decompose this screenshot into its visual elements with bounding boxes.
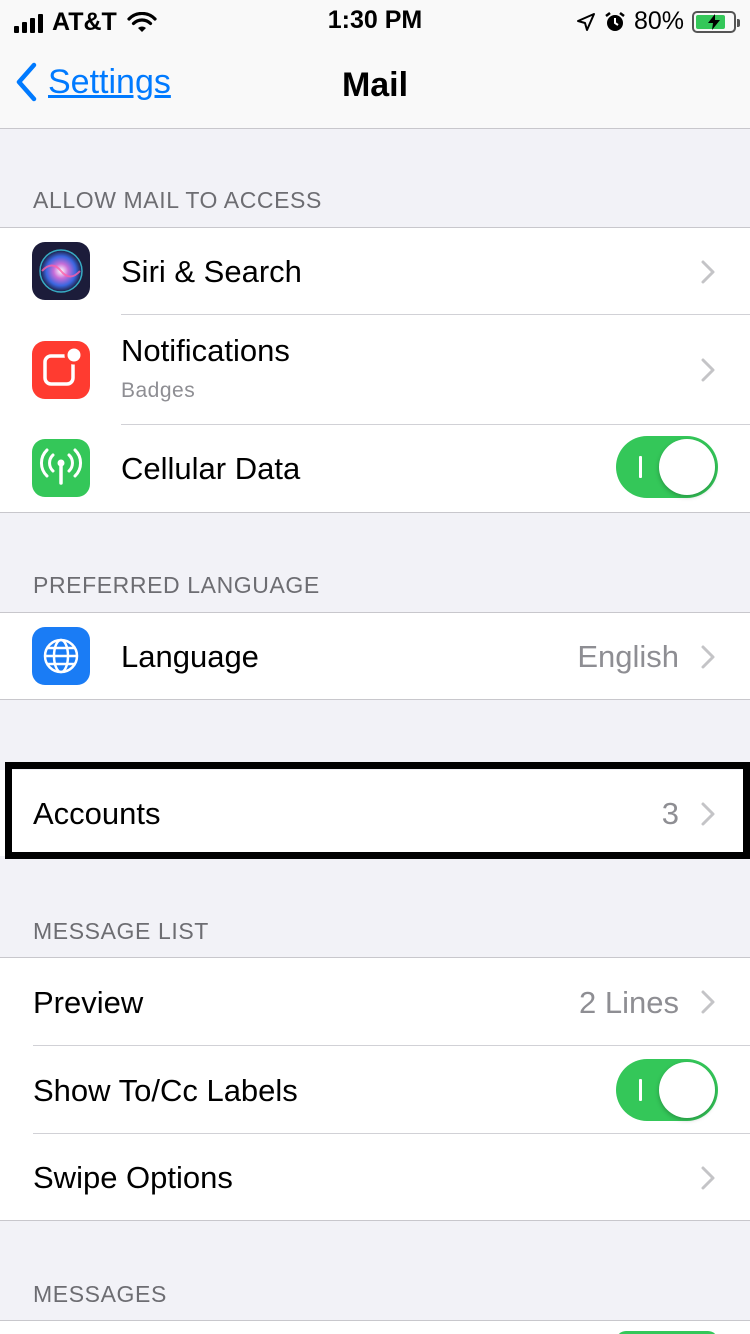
show-to-cc-row: Show To/Cc Labels <box>0 1046 750 1134</box>
accounts-count: 3 <box>661 796 679 831</box>
messages-group <box>0 1320 750 1334</box>
notifications-row[interactable]: Notifications Badges <box>0 315 750 425</box>
allow-access-group: Siri & Search Notifications Badges Cellu… <box>0 227 750 513</box>
preview-label: Preview <box>33 985 144 1020</box>
section-header-allow-access: ALLOW MAIL TO ACCESS <box>33 187 322 213</box>
cellular-data-row: Cellular Data <box>0 425 750 512</box>
chevron-right-icon <box>701 260 715 284</box>
status-bar: AT&T 1:30 PM 80% <box>0 0 750 40</box>
siri-search-row[interactable]: Siri & Search <box>0 228 750 315</box>
message-list-group: Preview 2 Lines Show To/Cc Labels Swipe … <box>0 957 750 1221</box>
show-to-cc-label: Show To/Cc Labels <box>33 1073 298 1108</box>
chevron-right-icon <box>701 645 715 669</box>
chevron-right-icon <box>701 358 715 382</box>
globe-icon <box>32 627 90 685</box>
antenna-icon <box>32 439 90 497</box>
language-row[interactable]: Language English <box>0 613 750 699</box>
siri-icon <box>32 242 90 300</box>
section-header-message-list: MESSAGE LIST <box>33 918 209 944</box>
navigation-bar: Settings Mail <box>0 40 750 129</box>
accounts-row[interactable]: Accounts 3 <box>0 770 750 856</box>
notifications-label: Notifications <box>121 333 290 368</box>
battery-percent: 80% <box>633 7 684 35</box>
chevron-right-icon <box>701 802 715 826</box>
language-value: English <box>577 639 679 674</box>
cellular-data-label: Cellular Data <box>121 451 301 486</box>
chevron-right-icon <box>701 1166 715 1190</box>
swipe-options-label: Swipe Options <box>33 1160 233 1195</box>
swipe-options-row[interactable]: Swipe Options <box>0 1134 750 1220</box>
accounts-group: Accounts 3 <box>0 770 750 856</box>
language-label: Language <box>121 639 259 674</box>
battery-icon <box>692 10 740 33</box>
section-header-messages: MESSAGES <box>33 1281 167 1307</box>
notifications-icon <box>32 341 90 399</box>
section-header-preferred-language: PREFERRED LANGUAGE <box>33 572 320 598</box>
location-arrow-icon <box>576 12 595 31</box>
show-to-cc-toggle[interactable] <box>616 1059 718 1121</box>
siri-search-label: Siri & Search <box>121 254 302 289</box>
preview-row[interactable]: Preview 2 Lines <box>0 958 750 1046</box>
cellular-data-toggle[interactable] <box>616 436 718 498</box>
page-title: Mail <box>341 66 409 104</box>
chevron-right-icon <box>701 990 715 1014</box>
preferred-language-group: Language English <box>0 612 750 700</box>
alarm-icon <box>605 11 625 31</box>
notifications-sub: Badges <box>121 379 196 402</box>
accounts-label: Accounts <box>33 796 161 831</box>
preview-value: 2 Lines <box>579 985 679 1020</box>
